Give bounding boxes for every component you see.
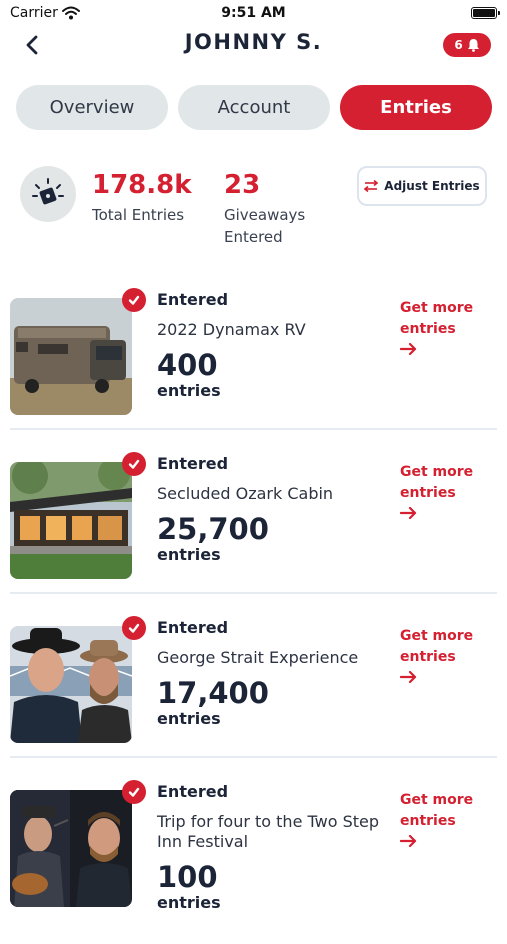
entry-count-label: entries	[157, 893, 221, 912]
entry-status: Entered	[157, 454, 229, 473]
get-more-entries-link[interactable]: Get more entries	[400, 298, 490, 356]
entry-count: 25,700	[157, 512, 269, 546]
entry-count-label: entries	[157, 381, 221, 400]
concert-artists-image	[10, 626, 132, 743]
tab-entries[interactable]: Entries	[340, 85, 492, 130]
entry-name: Secluded Ozark Cabin	[157, 484, 334, 503]
divider	[10, 428, 497, 430]
get-more-label: Get more entries	[400, 792, 474, 829]
entry-item-festival[interactable]: Entered Trip for four to the Two Step In…	[0, 780, 507, 944]
notifications-button[interactable]: 6	[443, 33, 491, 57]
arrow-right-icon	[400, 834, 417, 848]
total-entries-stat: 178.8k Total Entries	[92, 170, 192, 226]
get-more-entries-link[interactable]: Get more entries	[400, 462, 490, 520]
festival-artists-image	[10, 790, 132, 907]
giveaways-label: Giveaways Entered	[224, 206, 306, 246]
entry-name: Trip for four to the Two Step Inn Festiv…	[157, 812, 380, 851]
arrow-right-icon	[400, 342, 417, 356]
entry-item-rv[interactable]: Entered 2022 Dynamax RV 400 entries Get …	[0, 288, 507, 452]
status-bar: Carrier 9:51 AM	[0, 0, 507, 28]
clock: 9:51 AM	[221, 5, 286, 21]
entry-item-george-strait[interactable]: Entered George Strait Experience 17,400 …	[0, 616, 507, 780]
get-more-entries-link[interactable]: Get more entries	[400, 790, 490, 848]
entry-status: Entered	[157, 618, 229, 637]
check-icon	[122, 288, 146, 312]
tab-bar: Overview Account Entries	[16, 85, 492, 130]
notification-count: 6	[454, 38, 463, 52]
entry-item-cabin[interactable]: Entered Secluded Ozark Cabin 25,700 entr…	[0, 452, 507, 616]
total-entries-label: Total Entries	[92, 206, 185, 224]
check-icon	[122, 452, 146, 476]
divider	[10, 756, 497, 758]
entry-count-label: entries	[157, 709, 221, 728]
total-entries-value: 178.8k	[92, 170, 192, 200]
entry-status: Entered	[157, 782, 229, 801]
rv-image	[10, 298, 132, 415]
entry-count-label: entries	[157, 545, 221, 564]
check-icon	[122, 780, 146, 804]
tab-overview[interactable]: Overview	[16, 85, 168, 130]
entries-list: Entered 2022 Dynamax RV 400 entries Get …	[0, 288, 507, 944]
entry-count: 400	[157, 348, 218, 382]
get-more-label: Get more entries	[400, 628, 474, 665]
adjust-entries-button[interactable]: Adjust Entries	[357, 166, 487, 206]
arrow-right-icon	[400, 506, 417, 520]
get-more-entries-link[interactable]: Get more entries	[400, 626, 490, 684]
cabin-image	[10, 462, 132, 579]
entry-name: 2022 Dynamax RV	[157, 320, 306, 339]
giveaways-value: 23	[224, 170, 261, 200]
divider	[10, 592, 497, 594]
entry-count: 17,400	[157, 676, 269, 710]
bell-icon	[467, 39, 479, 52]
page-title: JOHNNY S.	[184, 30, 323, 54]
entry-count: 100	[157, 860, 218, 894]
check-icon	[122, 616, 146, 640]
ticket-burst-icon	[20, 166, 76, 222]
battery-icon	[471, 7, 500, 19]
get-more-label: Get more entries	[400, 300, 474, 337]
adjust-entries-label: Adjust Entries	[384, 179, 480, 193]
entry-status: Entered	[157, 290, 229, 309]
entry-name: George Strait Experience	[157, 648, 359, 667]
sliders-icon	[364, 180, 379, 192]
arrow-right-icon	[400, 670, 417, 684]
get-more-label: Get more entries	[400, 464, 474, 501]
giveaways-stat: 23 Giveaways Entered	[224, 170, 334, 248]
tab-account[interactable]: Account	[178, 85, 330, 130]
